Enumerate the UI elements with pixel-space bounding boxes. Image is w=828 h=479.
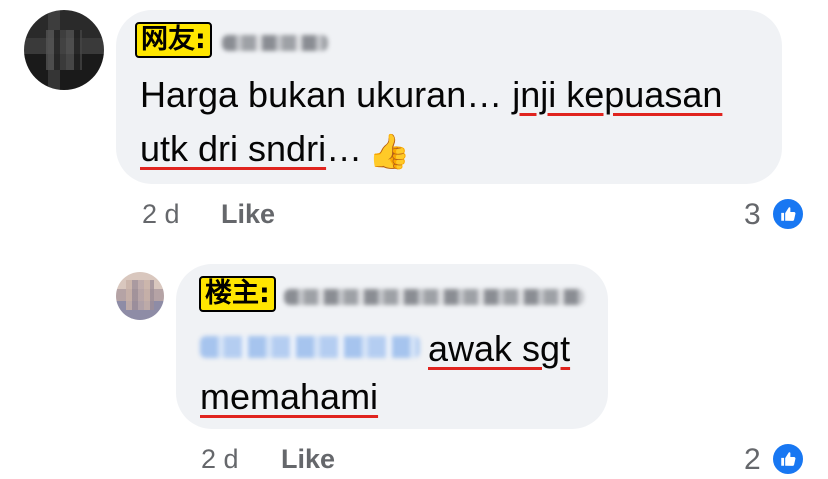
comment-text-line: Harga bukan ukuran… jnji kepuasan (140, 68, 722, 122)
author-label: 楼主: (199, 276, 276, 312)
comment-text-line: awak sgt (428, 322, 570, 376)
reaction-count[interactable]: 2 (744, 443, 761, 477)
comment-timestamp[interactable]: 2 d (142, 198, 180, 230)
comment-text-line: memahami (200, 370, 378, 424)
redacted-mention[interactable] (200, 336, 420, 358)
comment-text-plain: … (326, 128, 363, 169)
comment-text-plain: Harga bukan ukuran… (140, 74, 513, 115)
underlined-text: utk dri sndri (140, 128, 327, 169)
thumbs-up-icon[interactable] (771, 197, 805, 231)
underlined-text: awak sgt (428, 328, 571, 369)
comment-timestamp[interactable]: 2 d (201, 443, 239, 475)
thumbs-up-emoji-icon: 👍 (368, 133, 411, 171)
redacted-author-name[interactable] (284, 289, 584, 305)
author-label: 网友: (135, 22, 212, 58)
replier-avatar[interactable] (116, 272, 164, 320)
commenter-avatar[interactable] (24, 10, 104, 90)
like-button[interactable]: Like (221, 198, 275, 230)
redacted-author-name[interactable] (222, 35, 328, 51)
like-button[interactable]: Like (281, 443, 335, 475)
reaction-count[interactable]: 3 (744, 198, 761, 232)
underlined-text: memahami (200, 376, 379, 417)
thumbs-up-icon[interactable] (771, 442, 805, 476)
comment-text-line: utk dri sndri… 👍 (140, 122, 410, 176)
underlined-text: jnji kepuasan (512, 74, 723, 115)
